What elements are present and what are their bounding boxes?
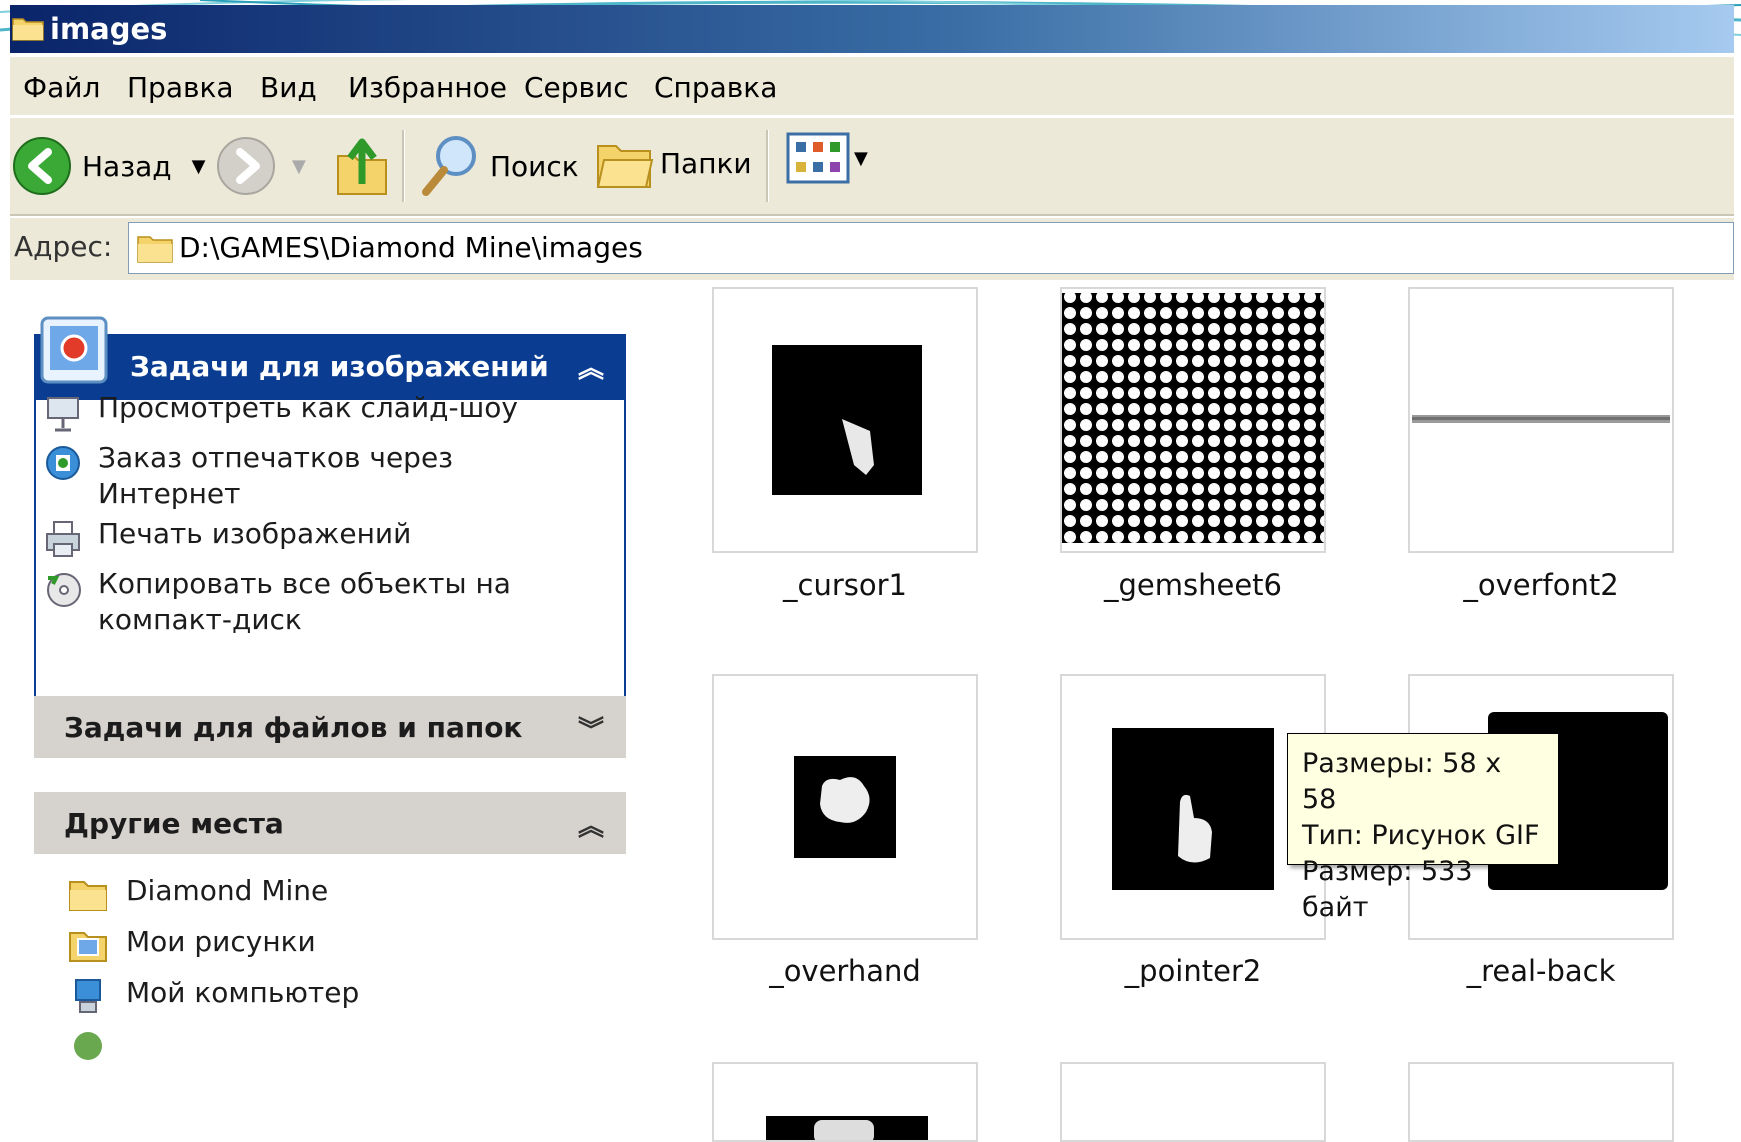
network-icon: [74, 1032, 102, 1060]
menu-help[interactable]: Справка: [654, 71, 777, 104]
folder-icon: [12, 18, 44, 41]
views-dropdown-icon[interactable]: ▼: [854, 148, 868, 169]
task-label: Копировать все объекты на компакт-диск: [98, 567, 511, 636]
views-icon: [786, 132, 850, 184]
back-button[interactable]: Назад ▼: [12, 136, 205, 196]
back-dropdown-icon[interactable]: ▼: [192, 156, 206, 177]
menu-edit[interactable]: Правка: [127, 71, 234, 104]
back-label: Назад: [82, 149, 172, 183]
collapse-chevron-icon[interactable]: ︽: [578, 348, 604, 385]
image-preview: [1412, 415, 1670, 423]
menu-view[interactable]: Вид: [260, 71, 317, 104]
forward-arrow-icon: [217, 137, 275, 195]
thumbnail-partial[interactable]: [1060, 1062, 1326, 1142]
folder-icon: [137, 236, 173, 263]
search-button[interactable]: Поиск: [418, 132, 579, 200]
file-name-overfont2[interactable]: _overfont2: [1391, 568, 1691, 602]
image-preview: [772, 345, 922, 495]
window-title-bar[interactable]: images: [10, 5, 1734, 53]
views-button[interactable]: ▼: [786, 132, 868, 184]
my-computer-icon: [75, 979, 101, 1013]
search-label: Поиск: [490, 149, 579, 183]
task-pane: Задачи для изображений ︽ Просмотреть как…: [10, 282, 690, 1141]
other-places-title: Другие места: [64, 807, 284, 840]
image-preview: [794, 756, 896, 858]
file-name-gemsheet6[interactable]: _gemsheet6: [1043, 568, 1343, 602]
collapse-chevron-icon[interactable]: ︽: [578, 806, 604, 843]
window-title: images: [50, 12, 168, 46]
thumbnail-partial[interactable]: [712, 1062, 978, 1142]
file-name-pointer2[interactable]: _pointer2: [1043, 954, 1343, 988]
folder-icon: [69, 881, 107, 911]
tooltip-size: Размер: 533 байт: [1302, 856, 1473, 923]
file-info-tooltip: Размеры: 58 x 58 Тип: Рисунок GIF Размер…: [1287, 733, 1559, 923]
cd-copy-icon: [47, 573, 81, 607]
back-arrow-icon: [13, 137, 71, 195]
forward-dropdown-icon[interactable]: ▼: [292, 156, 306, 177]
print-icon: [46, 521, 80, 557]
my-pictures-icon: [69, 932, 107, 962]
file-tasks-title: Задачи для файлов и папок: [64, 711, 523, 744]
image-preview: [1112, 728, 1274, 890]
menu-favorites[interactable]: Избранное: [348, 71, 507, 104]
order-prints-icon: [46, 446, 80, 480]
slideshow-icon: [47, 397, 79, 432]
picture-tasks-icon: [40, 316, 108, 384]
place-label: Мой компьютер: [126, 976, 360, 1009]
thumbnail-partial[interactable]: [1408, 1062, 1674, 1142]
tooltip-dimensions: Размеры: 58 x 58: [1302, 748, 1502, 815]
up-folder-button[interactable]: [334, 134, 390, 198]
thumbnail-overfont2[interactable]: [1408, 287, 1674, 553]
address-label: Адрес:: [14, 230, 113, 263]
place-label: Мои рисунки: [126, 925, 316, 958]
menu-tools[interactable]: Сервис: [524, 71, 629, 104]
up-folder-icon: [337, 138, 387, 195]
thumbnail-gemsheet6[interactable]: [1060, 287, 1326, 553]
toolbar: Назад ▼ ▼ Поиск Папки ▼: [10, 118, 1734, 216]
file-tasks-header[interactable]: Задачи для файлов и папок ︾: [34, 696, 626, 758]
file-name-overhand[interactable]: _overhand: [695, 954, 995, 988]
image-preview: [766, 1116, 928, 1140]
task-label: Просмотреть как слайд-шоу: [98, 391, 518, 424]
tooltip-type: Тип: Рисунок GIF: [1302, 820, 1540, 851]
thumbnail-cursor1[interactable]: [712, 287, 978, 553]
task-label: Печать изображений: [98, 517, 412, 550]
file-name-real-back[interactable]: _real-back: [1391, 954, 1691, 988]
other-places-header[interactable]: Другие места ︽: [34, 792, 626, 854]
expand-chevron-icon[interactable]: ︾: [578, 710, 604, 747]
place-label: Diamond Mine: [126, 874, 329, 907]
search-icon: [422, 136, 476, 196]
address-value: D:\GAMES\Diamond Mine\images: [179, 231, 643, 264]
task-label: Заказ отпечатков через Интернет: [98, 441, 454, 510]
folders-icon: [596, 145, 654, 188]
image-tasks-title: Задачи для изображений: [130, 350, 549, 383]
address-bar: Адрес: D:\GAMES\Diamond Mine\images: [10, 218, 1734, 280]
folders-label: Папки: [660, 146, 752, 180]
file-name-cursor1[interactable]: _cursor1: [695, 568, 995, 602]
address-field[interactable]: D:\GAMES\Diamond Mine\images: [128, 222, 1734, 274]
folders-button[interactable]: Папки: [594, 132, 752, 194]
menu-bar: Файл Правка Вид Избранное Сервис Справка: [10, 57, 1734, 117]
thumbnail-overhand[interactable]: [712, 674, 978, 940]
menu-file[interactable]: Файл: [23, 71, 100, 104]
forward-button[interactable]: ▼: [216, 136, 306, 196]
image-preview: [1062, 293, 1324, 543]
